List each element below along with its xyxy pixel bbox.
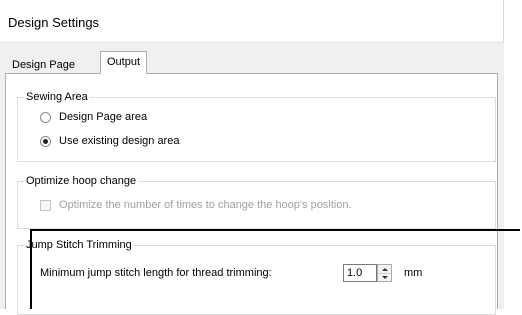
tab-output[interactable]: Output (100, 51, 148, 74)
sewing-area-group: Sewing Area Design Page area Use existin… (17, 90, 496, 162)
min-jump-length-spinner[interactable] (377, 264, 392, 282)
min-jump-length-unit: mm (404, 267, 423, 279)
spin-down-button[interactable] (378, 273, 391, 281)
output-tab-page: Sewing Area Design Page area Use existin… (5, 73, 498, 315)
min-jump-length-label: Minimum jump stitch length for thread tr… (40, 267, 272, 279)
optimize-hoop-group: Optimize hoop change Optimize the number… (17, 174, 496, 229)
optimize-hoop-checkbox[interactable] (40, 199, 51, 211)
optimize-hoop-caption: Optimize hoop change (24, 174, 139, 188)
radio-design-page-area[interactable]: Design Page area (40, 110, 147, 124)
radio-unselected-icon[interactable] (40, 111, 51, 123)
dialog-title: Design Settings (8, 15, 100, 30)
optimize-hoop-checkbox-label: Optimize the number of times to change t… (59, 199, 352, 211)
tab-design-page[interactable]: Design Page (6, 56, 81, 74)
chevron-up-icon (381, 267, 388, 271)
chevron-down-icon (381, 275, 388, 279)
min-jump-length-input[interactable]: 1.0 (343, 264, 377, 282)
radio-use-existing-design-area-label: Use existing design area (59, 135, 180, 147)
radio-use-existing-design-area[interactable]: Use existing design area (40, 134, 179, 148)
radio-selected-icon[interactable] (40, 135, 51, 147)
tab-strip: Design Page Output (0, 43, 504, 74)
radio-design-page-area-label: Design Page area (59, 111, 148, 123)
sewing-area-caption: Sewing Area (24, 90, 90, 104)
jump-stitch-caption: Jump Stitch Trimming (24, 238, 134, 252)
optimize-hoop-checkbox-row[interactable]: Optimize the number of times to change t… (40, 198, 352, 212)
jump-stitch-group: Jump Stitch Trimming Minimum jump stitch… (17, 238, 496, 315)
dialog-client-area: Design Page Output Sewing Area Design Pa… (0, 43, 504, 315)
